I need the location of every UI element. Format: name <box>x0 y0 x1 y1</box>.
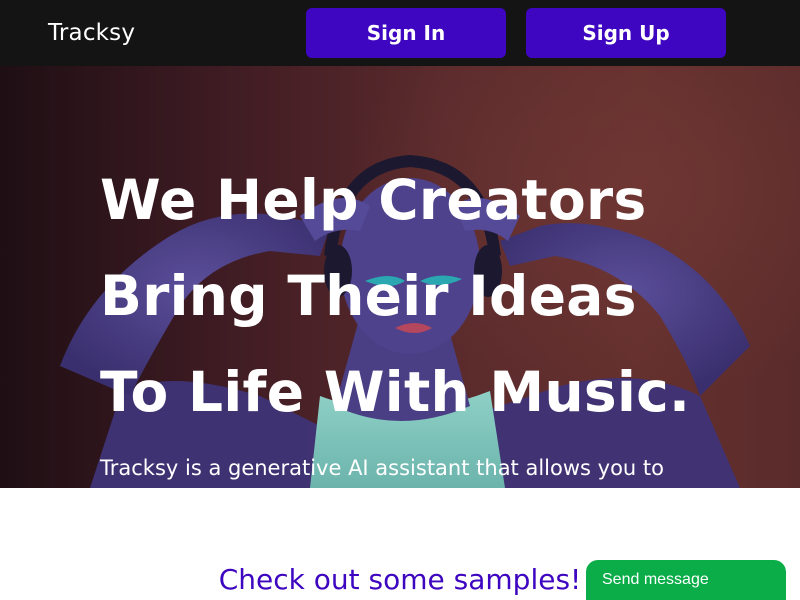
hero-description: Tracksy is a generative AI assistant tha… <box>100 456 664 480</box>
hero-section: We Help Creators Bring Their Ideas To Li… <box>0 66 800 488</box>
brand-logo-link[interactable]: Tracksy <box>48 17 135 49</box>
sign-up-button[interactable]: Sign Up <box>526 8 726 58</box>
send-message-widget[interactable]: Send message <box>586 560 786 600</box>
sign-in-button[interactable]: Sign In <box>306 8 506 58</box>
top-nav-bar: Tracksy Sign In Sign Up <box>0 0 800 66</box>
hero-title-line: To Life With Music. <box>100 360 691 424</box>
hero-title: We Help Creators Bring Their Ideas To Li… <box>100 152 690 440</box>
hero-title-line: Bring Their Ideas <box>100 264 637 328</box>
hero-title-line: We Help Creators <box>100 168 647 232</box>
